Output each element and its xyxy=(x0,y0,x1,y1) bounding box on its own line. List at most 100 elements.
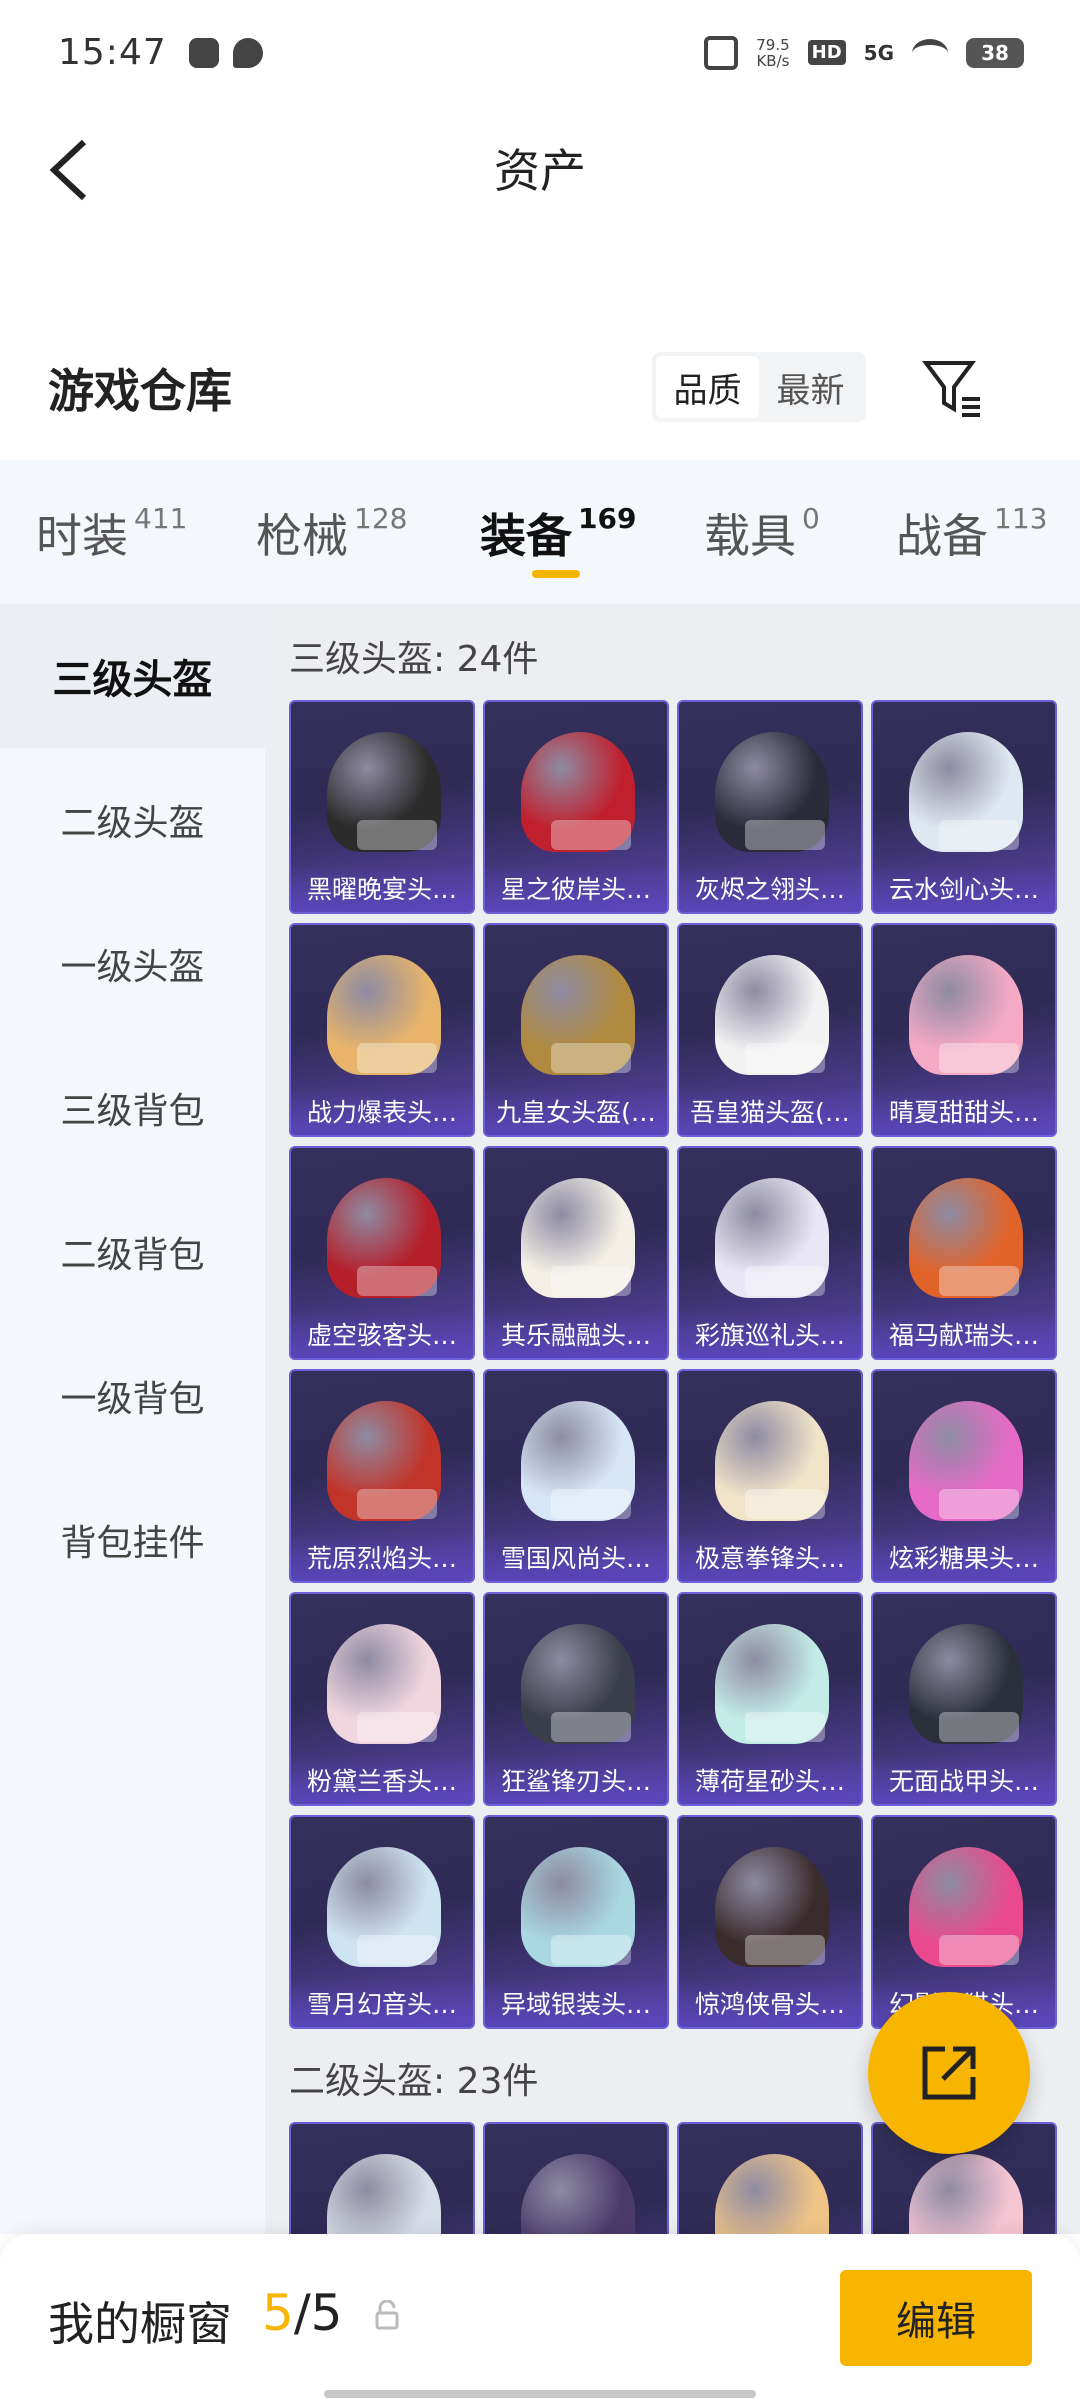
item-card[interactable]: 异域银装头… xyxy=(483,1815,669,2029)
item-name: 粉黛兰香头… xyxy=(291,1756,473,1804)
item-name: 薄荷星砂头… xyxy=(679,1756,861,1804)
item-card[interactable]: 惊鸿侠骨头… xyxy=(677,1815,863,2029)
item-card[interactable]: 云水剑心头… xyxy=(871,700,1057,914)
item-name: 黑曜晚宴头… xyxy=(291,864,473,912)
external-link-icon xyxy=(922,2046,976,2100)
item-card[interactable]: 粉黛兰香头… xyxy=(289,1592,475,1806)
item-card[interactable]: 其乐融融头… xyxy=(483,1146,669,1360)
sidebar-item-backpack-charm[interactable]: 背包挂件 xyxy=(0,1468,265,1612)
tab-fashion[interactable]: 时装 411 xyxy=(36,500,187,566)
section-title-level2-helmet: 二级头盔: 23件 xyxy=(289,2061,539,2102)
item-card[interactable]: 福马献瑞头… xyxy=(871,1146,1057,1360)
sidebar-item-level2-backpack[interactable]: 二级背包 xyxy=(0,1180,265,1324)
tab-equipment[interactable]: 装备 169 xyxy=(480,500,636,566)
item-name: 狂鲨锋刃头… xyxy=(485,1756,667,1804)
item-card[interactable]: 灰烬之翎头… xyxy=(677,700,863,914)
item-card[interactable]: 吾皇猫头盔(… xyxy=(677,923,863,1137)
helmet-visor xyxy=(357,1935,437,1965)
item-card[interactable]: 雪月幻音头… xyxy=(289,1815,475,2029)
helmet-icon xyxy=(327,1624,441,1744)
helmet-visor xyxy=(551,1712,631,1742)
item-name: 星之彼岸头… xyxy=(485,864,667,912)
item-card[interactable]: 雪国风尚头… xyxy=(483,1369,669,1583)
helmet-visor xyxy=(551,1935,631,1965)
edit-button[interactable]: 编辑 xyxy=(840,2270,1032,2366)
tab-supplies[interactable]: 战备 113 xyxy=(896,500,1047,566)
showcase-count-total: /5 xyxy=(293,2284,343,2342)
item-card[interactable]: 九皇女头盔(… xyxy=(483,923,669,1137)
tab-weapons[interactable]: 枪械 128 xyxy=(256,500,407,566)
status-time: 15:47 xyxy=(58,32,167,73)
item-name: 雪国风尚头… xyxy=(485,1533,667,1581)
item-card[interactable]: 荒原烈焰头… xyxy=(289,1369,475,1583)
tab-count: 411 xyxy=(134,502,188,535)
item-name: 九皇女头盔(… xyxy=(485,1087,667,1135)
sidebar-item-level1-backpack[interactable]: 一级背包 xyxy=(0,1324,265,1468)
notification-icons xyxy=(188,37,263,68)
item-card[interactable]: 星之彼岸头… xyxy=(483,700,669,914)
showcase-count-current: 5 xyxy=(262,2284,294,2342)
share-button[interactable] xyxy=(868,1992,1030,2154)
helmet-icon xyxy=(909,732,1023,852)
section-title-level3-helmet: 三级头盔: 24件 xyxy=(289,639,539,680)
helmet-visor xyxy=(551,820,631,850)
helmet-icon xyxy=(715,2154,829,2234)
helmet-icon xyxy=(521,955,635,1075)
filter-button[interactable] xyxy=(920,355,984,419)
item-card[interactable] xyxy=(483,2122,669,2234)
battery-icon: 38 xyxy=(966,37,1024,68)
sidebar-item-level3-backpack[interactable]: 三级背包 xyxy=(0,1036,265,1180)
item-card[interactable]: 无面战甲头… xyxy=(871,1592,1057,1806)
helmet-icon xyxy=(715,732,829,852)
sort-option-quality[interactable]: 品质 xyxy=(656,356,759,418)
helmet-visor xyxy=(357,820,437,850)
helmet-icon xyxy=(327,732,441,852)
sidebar-item-level3-helmet[interactable]: 三级头盔 xyxy=(0,604,265,748)
helmet-icon xyxy=(327,1847,441,1967)
helmet-icon xyxy=(327,2154,441,2234)
helmet-icon xyxy=(715,1624,829,1744)
sidebar-item-level1-helmet[interactable]: 一级头盔 xyxy=(0,892,265,1036)
helmet-visor xyxy=(939,1266,1019,1296)
item-card[interactable]: 极意拳锋头… xyxy=(677,1369,863,1583)
item-name: 炫彩糖果头… xyxy=(873,1533,1055,1581)
item-card[interactable]: 晴夏甜甜头… xyxy=(871,923,1057,1137)
helmet-icon xyxy=(327,1178,441,1298)
helmet-visor xyxy=(745,1712,825,1742)
item-name: 其乐融融头… xyxy=(485,1310,667,1358)
sort-option-latest[interactable]: 最新 xyxy=(759,356,862,418)
item-card[interactable] xyxy=(677,2122,863,2234)
helmet-visor xyxy=(357,1712,437,1742)
tab-vehicles[interactable]: 载具 0 xyxy=(704,500,820,566)
helmet-visor xyxy=(939,1935,1019,1965)
signal-icon: 5G xyxy=(863,40,894,65)
page-title: 资产 xyxy=(494,144,586,198)
sidebar-item-level2-helmet[interactable]: 二级头盔 xyxy=(0,748,265,892)
item-card[interactable] xyxy=(289,2122,475,2234)
helmet-icon xyxy=(521,2154,635,2234)
helmet-icon xyxy=(715,1178,829,1298)
helmet-visor xyxy=(745,1489,825,1519)
item-card[interactable]: 战力爆表头… xyxy=(289,923,475,1137)
vibrate-icon xyxy=(704,35,739,70)
network-speed-unit: KB/s xyxy=(756,51,790,70)
item-name: 吾皇猫头盔(… xyxy=(679,1087,861,1135)
item-name: 荒原烈焰头… xyxy=(291,1533,473,1581)
helmet-icon xyxy=(909,2154,1023,2234)
item-card[interactable]: 彩旗巡礼头… xyxy=(677,1146,863,1360)
helmet-icon xyxy=(521,732,635,852)
item-card[interactable]: 狂鲨锋刃头… xyxy=(483,1592,669,1806)
item-card[interactable]: 黑曜晚宴头… xyxy=(289,700,475,914)
category-tabs: 时装 411 枪械 128 装备 169 载具 0 战备 113 xyxy=(0,460,1080,604)
item-card[interactable]: 薄荷星砂头… xyxy=(677,1592,863,1806)
item-card[interactable]: 虚空骇客头… xyxy=(289,1146,475,1360)
helmet-icon xyxy=(521,1624,635,1744)
tab-count: 128 xyxy=(354,502,408,535)
tab-label: 载具 xyxy=(704,509,796,563)
tab-count: 113 xyxy=(994,502,1048,535)
home-indicator[interactable] xyxy=(324,2390,756,2398)
helmet-visor xyxy=(357,1266,437,1296)
item-name: 极意拳锋头… xyxy=(679,1533,861,1581)
helmet-icon xyxy=(715,955,829,1075)
item-card[interactable]: 炫彩糖果头… xyxy=(871,1369,1057,1583)
